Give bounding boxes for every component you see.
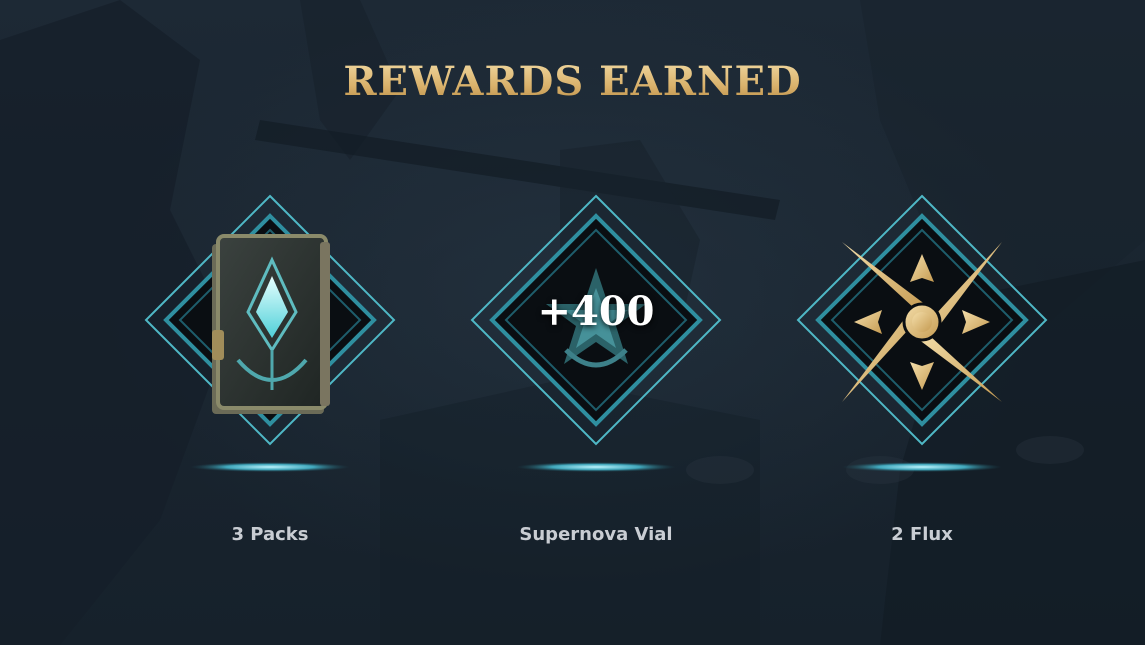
reward-label: Supernova Vial [519,524,673,545]
reward-amount: +400 [537,288,655,335]
card-pack-icon [208,230,338,420]
reward-plinth [842,458,1002,472]
page-title: REWARDS EARNED [0,58,1145,105]
reward-card-packs: 3 Packs [140,190,400,570]
reward-label: 3 Packs [231,524,309,545]
reward-label: 2 Flux [891,524,953,545]
flux-star-icon [842,242,1002,402]
reward-plinth [190,458,350,472]
reward-supernova-vial: +400 Supernova Vial [466,190,726,570]
reward-flux: 2 Flux [792,190,1052,570]
reward-plinth [516,458,676,472]
